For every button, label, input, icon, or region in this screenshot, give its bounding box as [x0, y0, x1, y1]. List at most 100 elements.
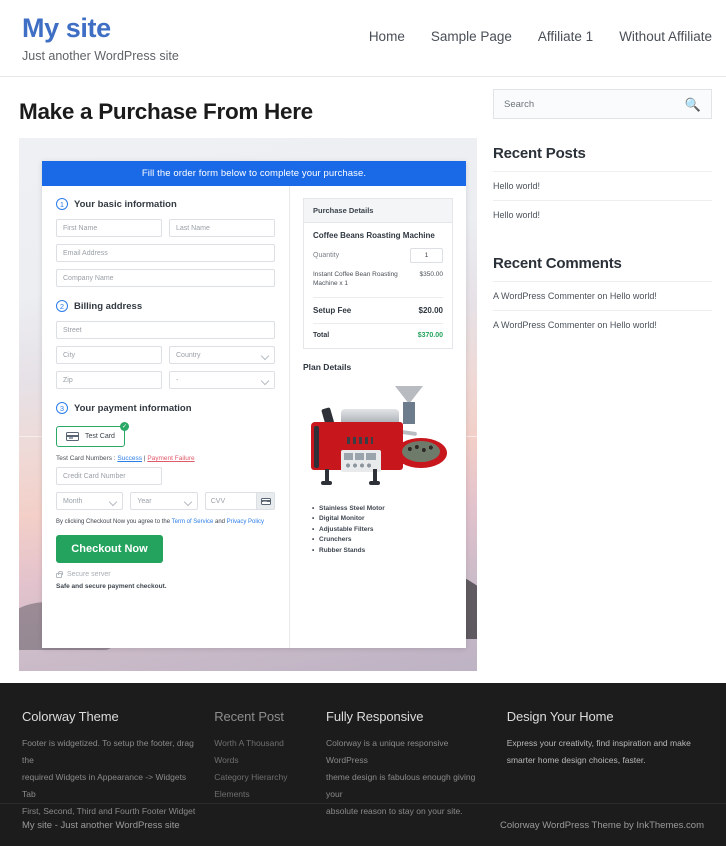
- nav-item-home[interactable]: Home: [369, 29, 405, 44]
- city-input[interactable]: City: [56, 346, 162, 364]
- step-1-header: 1 Your basic information: [56, 198, 275, 210]
- sidebar: 🔍 Recent Posts Hello world! Hello world!…: [493, 77, 712, 671]
- line-item-label: Instant Coffee Bean Roasting Machine x 1: [313, 271, 398, 287]
- term-of-service-link[interactable]: Term of Service: [172, 519, 214, 525]
- line-item-amount: $350.00: [419, 271, 444, 278]
- list-item[interactable]: Elements: [214, 786, 310, 803]
- coffee-roasting-machine-image: [303, 380, 453, 498]
- state-select[interactable]: -: [169, 371, 275, 389]
- terms-agreement-text: By clicking Checkout Now you agree to th…: [56, 519, 275, 527]
- site-footer: Colorway Theme Footer is widgetized. To …: [0, 683, 726, 846]
- total-amount: $370.00: [417, 331, 443, 339]
- street-input[interactable]: Street: [56, 321, 275, 339]
- site-tagline: Just another WordPress site: [22, 48, 179, 63]
- footer-widget-colorway-theme: Colorway Theme Footer is widgetized. To …: [22, 709, 214, 816]
- nav-item-affiliate-1[interactable]: Affiliate 1: [538, 29, 593, 44]
- test-card-label: Test Card: [85, 433, 115, 440]
- footer-widget-title: Fully Responsive: [325, 709, 424, 724]
- step-2-header: 2 Billing address: [56, 300, 275, 312]
- quantity-input[interactable]: 1: [410, 248, 443, 263]
- plan-details-title: Plan Details: [303, 361, 352, 372]
- step-1-label: Your basic information: [74, 198, 177, 210]
- secure-server-row: Secure server: [56, 570, 275, 578]
- expiry-year-select[interactable]: Year: [130, 492, 198, 510]
- setup-fee-row: Setup Fee $20.00: [313, 298, 443, 324]
- footer-widget-design-your-home: Design Your Home Express your creativity…: [507, 709, 704, 803]
- copyright-right[interactable]: Colorway WordPress Theme by InkThemes.co…: [500, 820, 704, 831]
- search-icon[interactable]: 🔍: [685, 98, 701, 111]
- footer-widget-line: required Widgets in Appearance -> Widget…: [22, 772, 187, 799]
- total-label: Total: [313, 331, 330, 339]
- payment-failure-link[interactable]: Payment Failure: [147, 455, 194, 462]
- expiry-month-select[interactable]: Month: [56, 492, 124, 510]
- last-name-input[interactable]: Last Name: [169, 219, 275, 237]
- step-3-label: Your payment information: [74, 402, 192, 414]
- terms-mid: and: [213, 519, 227, 525]
- checkout-background: Fill the order form below to complete yo…: [19, 138, 477, 671]
- test-card-numbers-note: Test Card Numbers : Success | Payment Fa…: [56, 455, 275, 462]
- test-card-button[interactable]: Test Card: [56, 426, 125, 447]
- feature-item: Stainless Steel Motor: [312, 504, 453, 515]
- feature-item: Rubber Stands: [312, 546, 453, 557]
- step-2-label: Billing address: [74, 300, 143, 312]
- copyright-left: My site - Just another WordPress site: [22, 819, 180, 831]
- credit-card-number-input[interactable]: Credit Card Number: [56, 467, 162, 485]
- quantity-label: Quantity: [313, 252, 340, 259]
- recent-comments-list: A WordPress Commenter on Hello world! A …: [493, 281, 712, 339]
- setup-fee-label: Setup Fee: [313, 305, 352, 315]
- list-item[interactable]: A WordPress Commenter on Hello world!: [493, 281, 712, 310]
- email-input[interactable]: Email Address: [56, 244, 275, 262]
- success-link[interactable]: Success: [117, 455, 142, 462]
- list-item[interactable]: Hello world!: [493, 171, 712, 200]
- footer-recent-post-list: Worth A Thousand Words Category Hierarch…: [214, 735, 310, 803]
- search-widget[interactable]: 🔍: [493, 89, 712, 119]
- footer-widget-title: Colorway Theme: [22, 709, 119, 724]
- zip-input[interactable]: Zip: [56, 371, 162, 389]
- nav-item-sample-page[interactable]: Sample Page: [431, 29, 512, 44]
- purchase-details-box: Purchase Details Coffee Beans Roasting M…: [303, 198, 453, 349]
- safe-checkout-note: Safe and secure payment checkout.: [56, 582, 167, 590]
- step-2-number: 2: [56, 300, 68, 312]
- cvv-input[interactable]: CVV: [206, 493, 256, 509]
- list-item[interactable]: Hello world!: [493, 200, 712, 229]
- cvv-field-group[interactable]: CVV: [204, 492, 276, 510]
- footer-widget-fully-responsive: Fully Responsive Colorway is a unique re…: [325, 709, 507, 816]
- checkout-card: Fill the order form below to complete yo…: [42, 161, 466, 648]
- lock-icon: [56, 570, 63, 578]
- main-navigation: Home Sample Page Affiliate 1 Without Aff…: [369, 29, 712, 44]
- line-item-row: Instant Coffee Bean Roasting Machine x 1…: [313, 271, 443, 298]
- footer-widget-line: absolute reason to stay on your site.: [325, 806, 463, 816]
- footer-widget-title: Design Your Home: [506, 709, 614, 724]
- country-select[interactable]: Country: [169, 346, 275, 364]
- secure-server-label: Secure server: [67, 570, 111, 578]
- terms-prefix: By clicking Checkout Now you agree to th…: [56, 519, 172, 525]
- feature-item: Digital Monitor: [312, 514, 453, 525]
- recent-posts-title: Recent Posts: [493, 145, 586, 162]
- footer-widget-line: Footer is widgetized. To setup the foote…: [22, 738, 194, 765]
- credit-card-icon: [66, 432, 79, 441]
- test-numbers-prefix: Test Card Numbers :: [56, 455, 118, 462]
- plan-feature-list: Stainless Steel Motor Digital Monitor Ad…: [303, 504, 453, 557]
- purchase-summary-column: Purchase Details Coffee Beans Roasting M…: [290, 186, 466, 648]
- step-3-number: 3: [56, 402, 68, 414]
- company-name-input[interactable]: Company Name: [56, 269, 275, 287]
- list-item[interactable]: Worth A Thousand Words: [214, 735, 310, 769]
- footer-widget-recent-post: Recent Post Worth A Thousand Words Categ…: [214, 709, 326, 803]
- search-input[interactable]: [504, 98, 685, 110]
- list-item[interactable]: A WordPress Commenter on Hello world!: [493, 310, 712, 339]
- content-wrapper: Make a Purchase From Here Fill the order…: [0, 77, 726, 671]
- nav-item-without-affiliate[interactable]: Without Affiliate: [619, 29, 712, 44]
- list-item[interactable]: Category Hierarchy: [214, 769, 310, 786]
- step-3-header: 3 Your payment information: [56, 402, 275, 414]
- privacy-policy-link[interactable]: Privacy Policy: [227, 519, 264, 525]
- footer-widget-line: First, Second, Third and Fourth Footer W…: [22, 806, 196, 816]
- checkout-now-button[interactable]: Checkout Now: [56, 534, 163, 563]
- cvv-help-button[interactable]: [256, 493, 275, 509]
- first-name-input[interactable]: First Name: [56, 219, 162, 237]
- card-back-icon: [260, 497, 271, 505]
- recent-posts-list: Hello world! Hello world!: [493, 171, 712, 229]
- footer-widget-line: Express your creativity, find inspiratio…: [506, 738, 691, 748]
- footer-widget-line: Colorway is a unique responsive WordPres…: [325, 738, 449, 765]
- page-title: Make a Purchase From Here: [19, 99, 313, 124]
- primary-column: Make a Purchase From Here Fill the order…: [14, 77, 479, 671]
